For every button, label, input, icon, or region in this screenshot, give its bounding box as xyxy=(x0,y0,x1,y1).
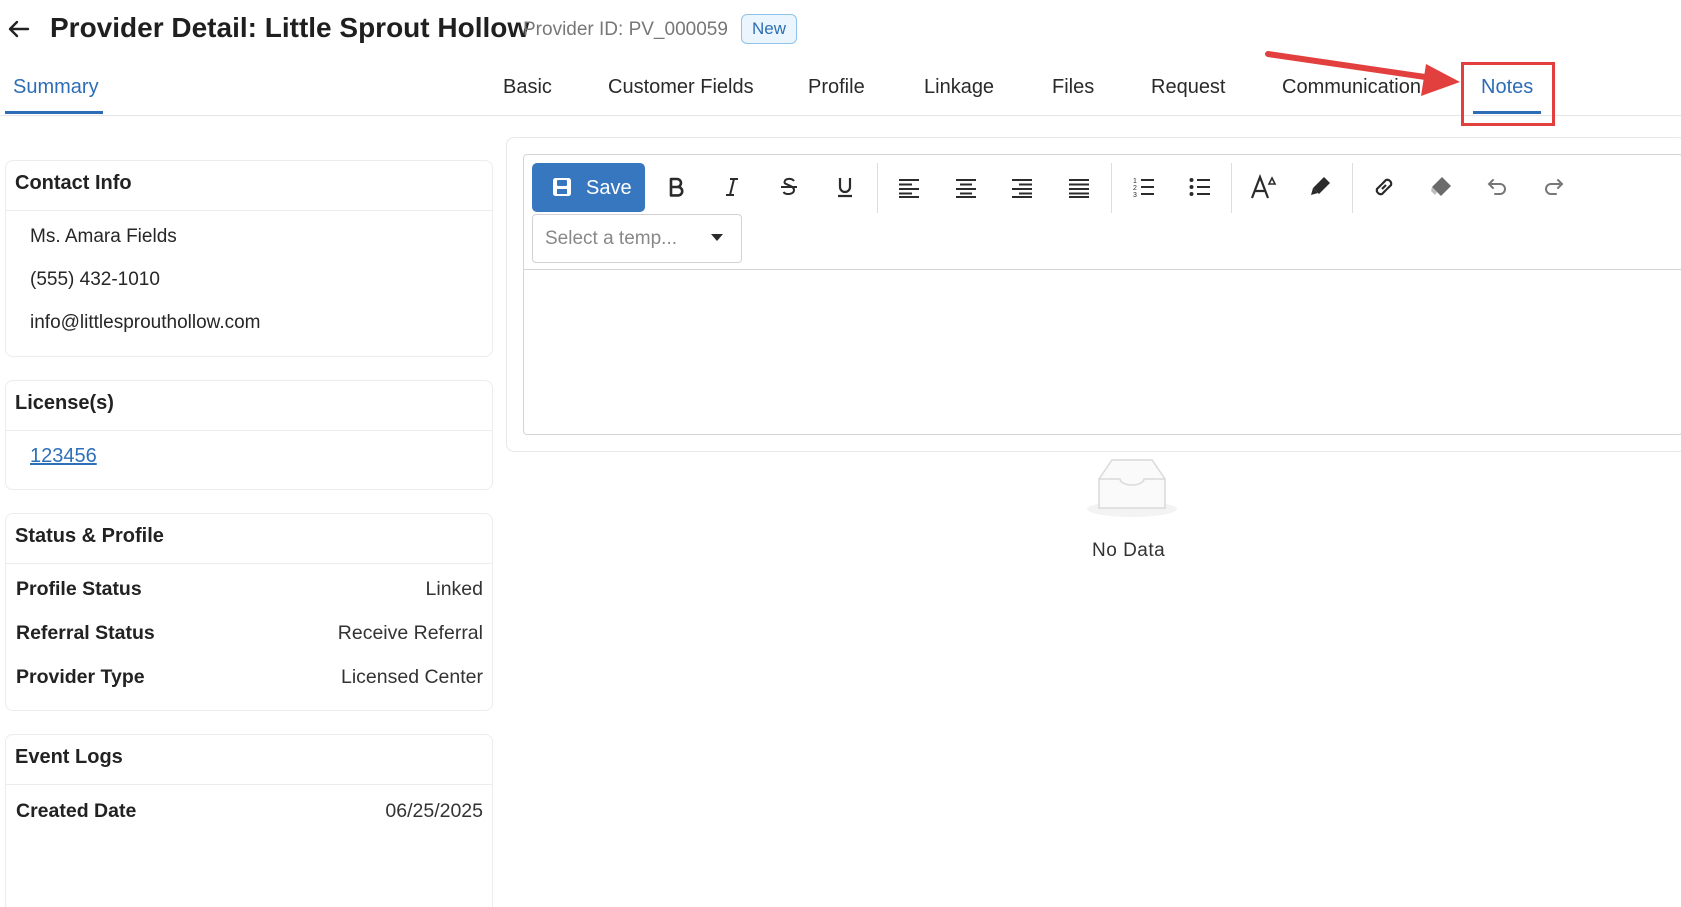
kv-value: 06/25/2025 xyxy=(385,800,483,822)
tab-profile[interactable]: Profile xyxy=(808,76,865,99)
tab-summary[interactable]: Summary xyxy=(13,76,99,99)
unordered-list-button[interactable] xyxy=(1183,170,1217,204)
annotation-arrow-icon xyxy=(1265,51,1460,96)
align-right-icon xyxy=(1012,179,1032,198)
svg-text:2: 2 xyxy=(1133,185,1137,192)
kv-label: Referral Status xyxy=(16,622,155,644)
licenses-body: 123456 xyxy=(6,431,492,476)
annotation-highlight-box xyxy=(1461,62,1555,126)
save-button[interactable]: Save xyxy=(532,163,645,212)
license-link[interactable]: 123456 xyxy=(6,445,121,468)
back-button[interactable] xyxy=(4,14,34,44)
status-profile-card: Status & Profile Profile Status Linked R… xyxy=(5,513,493,711)
unordered-list-icon xyxy=(1189,178,1210,196)
provider-type-row: Provider Type Licensed Center xyxy=(6,660,492,704)
empty-inbox-icon xyxy=(1087,459,1177,517)
template-select-placeholder: Select a temp... xyxy=(545,228,678,249)
kv-label: Created Date xyxy=(16,800,137,822)
contact-info-body: Ms. Amara Fields (555) 432-1010 info@lit… xyxy=(6,211,492,356)
italic-button[interactable] xyxy=(715,170,749,204)
licenses-heading: License(s) xyxy=(6,381,492,431)
status-profile-heading: Status & Profile xyxy=(6,514,492,564)
toolbar-separator xyxy=(1352,163,1353,213)
contact-info-heading: Contact Info xyxy=(6,161,492,211)
underline-icon xyxy=(838,178,852,198)
font-size-button[interactable] xyxy=(1247,170,1281,204)
kv-value: Linked xyxy=(425,578,483,600)
strikethrough-button[interactable] xyxy=(772,170,806,204)
toolbar-separator xyxy=(1111,163,1112,213)
underline-button[interactable] xyxy=(828,170,862,204)
tab-files[interactable]: Files xyxy=(1052,76,1094,99)
svg-text:1: 1 xyxy=(1133,178,1137,185)
italic-icon xyxy=(726,178,738,196)
event-logs-card: Event Logs Created Date 06/25/2025 xyxy=(5,734,493,907)
status-badge: New xyxy=(741,14,798,44)
page-title: Provider Detail: Little Sprout Hollow xyxy=(50,12,530,43)
align-left-button[interactable] xyxy=(892,170,926,204)
highlight-button[interactable] xyxy=(1303,170,1337,204)
created-date-row: Created Date 06/25/2025 xyxy=(6,794,492,838)
contact-email: info@littlesprouthollow.com xyxy=(30,312,261,333)
ordered-list-button[interactable]: 123 xyxy=(1127,170,1161,204)
align-center-icon xyxy=(956,179,976,198)
align-center-button[interactable] xyxy=(949,170,983,204)
ordered-list-icon: 123 xyxy=(1133,178,1154,199)
kv-label: Profile Status xyxy=(16,578,142,600)
toolbar-separator xyxy=(1231,163,1232,213)
profile-status-row: Profile Status Linked xyxy=(6,572,492,616)
align-justify-button[interactable] xyxy=(1062,170,1096,204)
kv-value: Receive Referral xyxy=(337,622,483,644)
template-select[interactable]: Select a temp... xyxy=(532,214,742,263)
tab-linkage[interactable]: Linkage xyxy=(924,76,994,99)
arrow-left-icon xyxy=(8,20,30,38)
empty-state-text: No Data xyxy=(1092,540,1166,561)
toolbar-divider xyxy=(523,269,1681,270)
eraser-icon xyxy=(1431,177,1451,196)
contact-info-card: Contact Info Ms. Amara Fields (555) 432-… xyxy=(5,160,493,357)
kv-label: Provider Type xyxy=(16,666,145,688)
caret-down-icon xyxy=(711,234,723,241)
strikethrough-icon xyxy=(781,177,797,196)
referral-status-row: Referral Status Receive Referral xyxy=(6,616,492,660)
align-right-button[interactable] xyxy=(1005,170,1039,204)
align-left-icon xyxy=(899,179,919,198)
bold-icon xyxy=(669,177,684,197)
redo-button[interactable] xyxy=(1537,170,1571,204)
licenses-card: License(s) 123456 xyxy=(5,380,493,490)
provider-id: Provider ID: PV_000059 xyxy=(523,19,728,40)
summary-tab-underline xyxy=(5,111,103,114)
eraser-button[interactable] xyxy=(1424,170,1458,204)
save-button-label: Save xyxy=(586,177,632,199)
bold-button[interactable] xyxy=(659,170,693,204)
event-logs-body: Created Date 06/25/2025 xyxy=(6,785,492,846)
redo-icon xyxy=(1545,179,1564,195)
tab-basic[interactable]: Basic xyxy=(503,76,552,99)
status-profile-body: Profile Status Linked Referral Status Re… xyxy=(6,564,492,712)
contact-phone: (555) 432-1010 xyxy=(30,269,160,290)
link-button[interactable] xyxy=(1367,170,1401,204)
save-icon xyxy=(553,178,571,196)
undo-button[interactable] xyxy=(1480,170,1514,204)
svg-text:3: 3 xyxy=(1133,192,1137,199)
undo-icon xyxy=(1487,179,1506,195)
link-icon xyxy=(1375,178,1393,196)
contact-name: Ms. Amara Fields xyxy=(30,226,177,247)
toolbar-separator xyxy=(877,163,878,213)
tab-customer-fields[interactable]: Customer Fields xyxy=(608,76,754,99)
tab-request[interactable]: Request xyxy=(1151,76,1226,99)
font-size-icon xyxy=(1250,174,1277,199)
kv-value: Licensed Center xyxy=(340,666,483,688)
align-justify-icon xyxy=(1069,179,1089,198)
event-logs-heading: Event Logs xyxy=(6,735,492,785)
highlight-icon xyxy=(1311,177,1330,195)
